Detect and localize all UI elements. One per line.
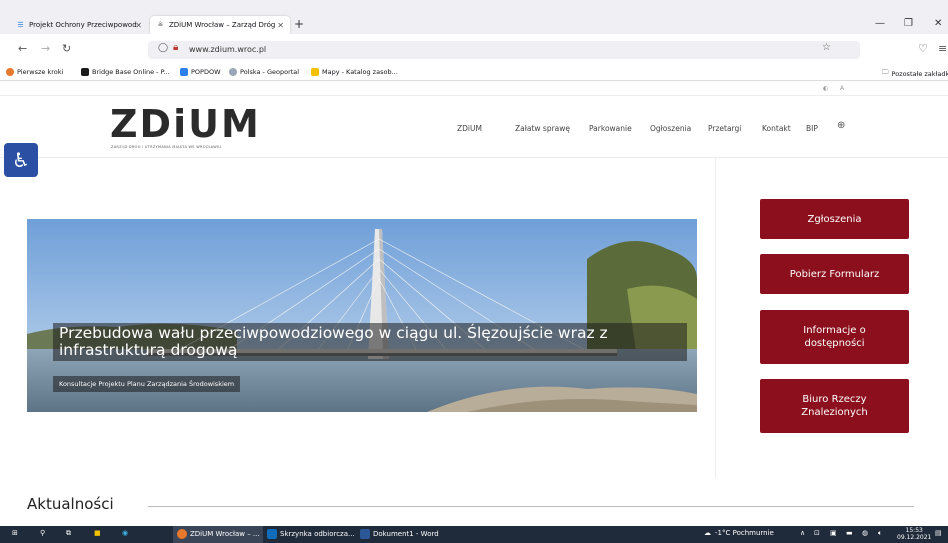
- edge-icon[interactable]: ◉: [122, 529, 128, 537]
- taskbar-app-word[interactable]: Dokument1 - Word: [360, 529, 439, 539]
- close-tab-icon[interactable]: ✕: [277, 21, 284, 30]
- firefox-icon: [177, 529, 187, 539]
- back-icon[interactable]: ←: [18, 42, 27, 55]
- task-view-icon[interactable]: ⧉: [66, 529, 71, 538]
- tray-chevron-icon[interactable]: ∧: [800, 529, 805, 537]
- menu-zalatw-sprawe[interactable]: Załatw sprawę: [515, 124, 570, 133]
- menu-bip[interactable]: BIP: [806, 124, 818, 133]
- geoportal-icon: [229, 68, 237, 76]
- accessibility-strip: [0, 82, 948, 96]
- taskbar-app-outlook[interactable]: Skrzynka odbiorcza...: [267, 529, 355, 539]
- cloud-icon: ☁: [704, 529, 711, 537]
- menu-zdium[interactable]: ZDiUM: [457, 124, 482, 133]
- informacje-o-dostepnosci-button[interactable]: Informacje o dostępności: [760, 310, 909, 364]
- news-heading: Aktualności: [27, 495, 114, 513]
- close-window-icon[interactable]: ✕: [934, 18, 942, 29]
- tab-projekt-ochrony[interactable]: ☰ Projekt Ochrony Przeciwpowodziowej ✕: [10, 16, 148, 34]
- menu-kontakt[interactable]: Kontakt: [762, 124, 791, 133]
- hero-subtitle[interactable]: Konsultacje Projektu Planu Zarządzania Ś…: [53, 376, 241, 392]
- taskbar-app-firefox[interactable]: ZDiUM Wrocław – ...: [177, 529, 260, 539]
- outlook-icon: [267, 529, 277, 539]
- folder-icon: 🗀: [882, 68, 889, 76]
- pocket-icon[interactable]: ♡: [918, 42, 928, 55]
- url-text[interactable]: www.zdium.wroc.pl: [189, 45, 266, 54]
- zdium-favicon: ≗: [157, 21, 164, 29]
- clock[interactable]: 15:53 09.12.2021: [897, 527, 931, 541]
- font-size-icon[interactable]: A: [840, 85, 844, 92]
- bookmark-pierwsze-kroki[interactable]: Pierwsze kroki: [6, 68, 63, 76]
- restore-icon[interactable]: ❐: [904, 18, 913, 29]
- popdow-icon: [180, 68, 188, 76]
- biuro-rzeczy-znalezionych-button[interactable]: Biuro Rzeczy Znalezionych: [760, 379, 909, 433]
- bridge-base-icon: [81, 68, 89, 76]
- firefox-icon: [6, 68, 14, 76]
- new-tab-icon[interactable]: +: [294, 17, 304, 31]
- minimize-icon[interactable]: —: [875, 18, 885, 29]
- pobierz-formularz-button[interactable]: Pobierz Formularz: [760, 254, 909, 294]
- battery-icon[interactable]: ▬: [846, 529, 853, 537]
- wheelchair-icon: ♿︎: [12, 148, 30, 172]
- bookmark-mapy[interactable]: Mapy - Katalog zasob...: [311, 68, 398, 76]
- taskbar: [0, 526, 948, 543]
- globe-icon[interactable]: ⊕: [837, 120, 845, 131]
- header-divider: [0, 157, 948, 158]
- sidebar-divider: [715, 158, 716, 478]
- volume-icon[interactable]: 🔈︎: [878, 529, 882, 538]
- app-tray-icon[interactable]: ◍: [862, 529, 868, 537]
- db-icon: ☰: [17, 21, 24, 29]
- hero-title[interactable]: Przebudowa wału przeciwpowodziowego w ci…: [53, 323, 687, 361]
- menu-icon[interactable]: ≡: [938, 42, 947, 55]
- tab-zdium[interactable]: ≗ ZDiUM Wrocław – Zarząd Dróg ✕: [150, 16, 290, 34]
- word-icon: [360, 529, 370, 539]
- bookmark-star-icon[interactable]: ☆: [822, 42, 831, 53]
- bookmark-other[interactable]: 🗀 Pozostałe zakładki: [882, 68, 948, 79]
- bookmark-bridge-base[interactable]: Bridge Base Online - P...: [81, 68, 170, 76]
- search-icon[interactable]: ⚲: [40, 529, 45, 537]
- close-tab-icon[interactable]: ✕: [135, 21, 142, 30]
- menu-parkowanie[interactable]: Parkowanie: [589, 124, 632, 133]
- file-explorer-icon[interactable]: ■: [94, 529, 101, 537]
- mapy-icon: [311, 68, 319, 76]
- zgloszenia-button[interactable]: Zgłoszenia: [760, 199, 909, 239]
- windows-start-icon[interactable]: ⊞: [12, 529, 18, 537]
- accessibility-button[interactable]: ♿︎: [4, 143, 38, 177]
- reload-icon[interactable]: ↻: [62, 42, 71, 55]
- contrast-icon[interactable]: ◐: [823, 85, 828, 92]
- menu-przetargi[interactable]: Przetargi: [708, 124, 741, 133]
- forward-icon[interactable]: →: [41, 42, 50, 55]
- tab-label: ZDiUM Wrocław – Zarząd Dróg: [169, 21, 276, 29]
- lock-icon[interactable]: 🔒︎: [173, 42, 178, 53]
- shield-icon[interactable]: ◯: [158, 43, 168, 53]
- menu-ogloszenia[interactable]: Ogłoszenia: [650, 124, 691, 133]
- notifications-icon[interactable]: ▤: [935, 529, 942, 537]
- display-icon[interactable]: ▣: [830, 529, 837, 537]
- network-icon[interactable]: ⊡: [814, 529, 820, 537]
- news-divider: [148, 506, 914, 507]
- bookmark-geoportal[interactable]: Polska - Geoportal: [229, 68, 299, 76]
- weather-widget[interactable]: ☁ -1°C Pochmurnie: [704, 529, 774, 537]
- site-logo-subtitle: ZARZĄD DRÓG I UTRZYMANIA MIASTA WE WROCŁ…: [111, 145, 222, 149]
- bookmark-popdow[interactable]: POPDOW: [180, 68, 221, 76]
- site-logo[interactable]: ZDiUM: [110, 104, 261, 144]
- tab-label: Projekt Ochrony Przeciwpowodziowej: [29, 21, 137, 29]
